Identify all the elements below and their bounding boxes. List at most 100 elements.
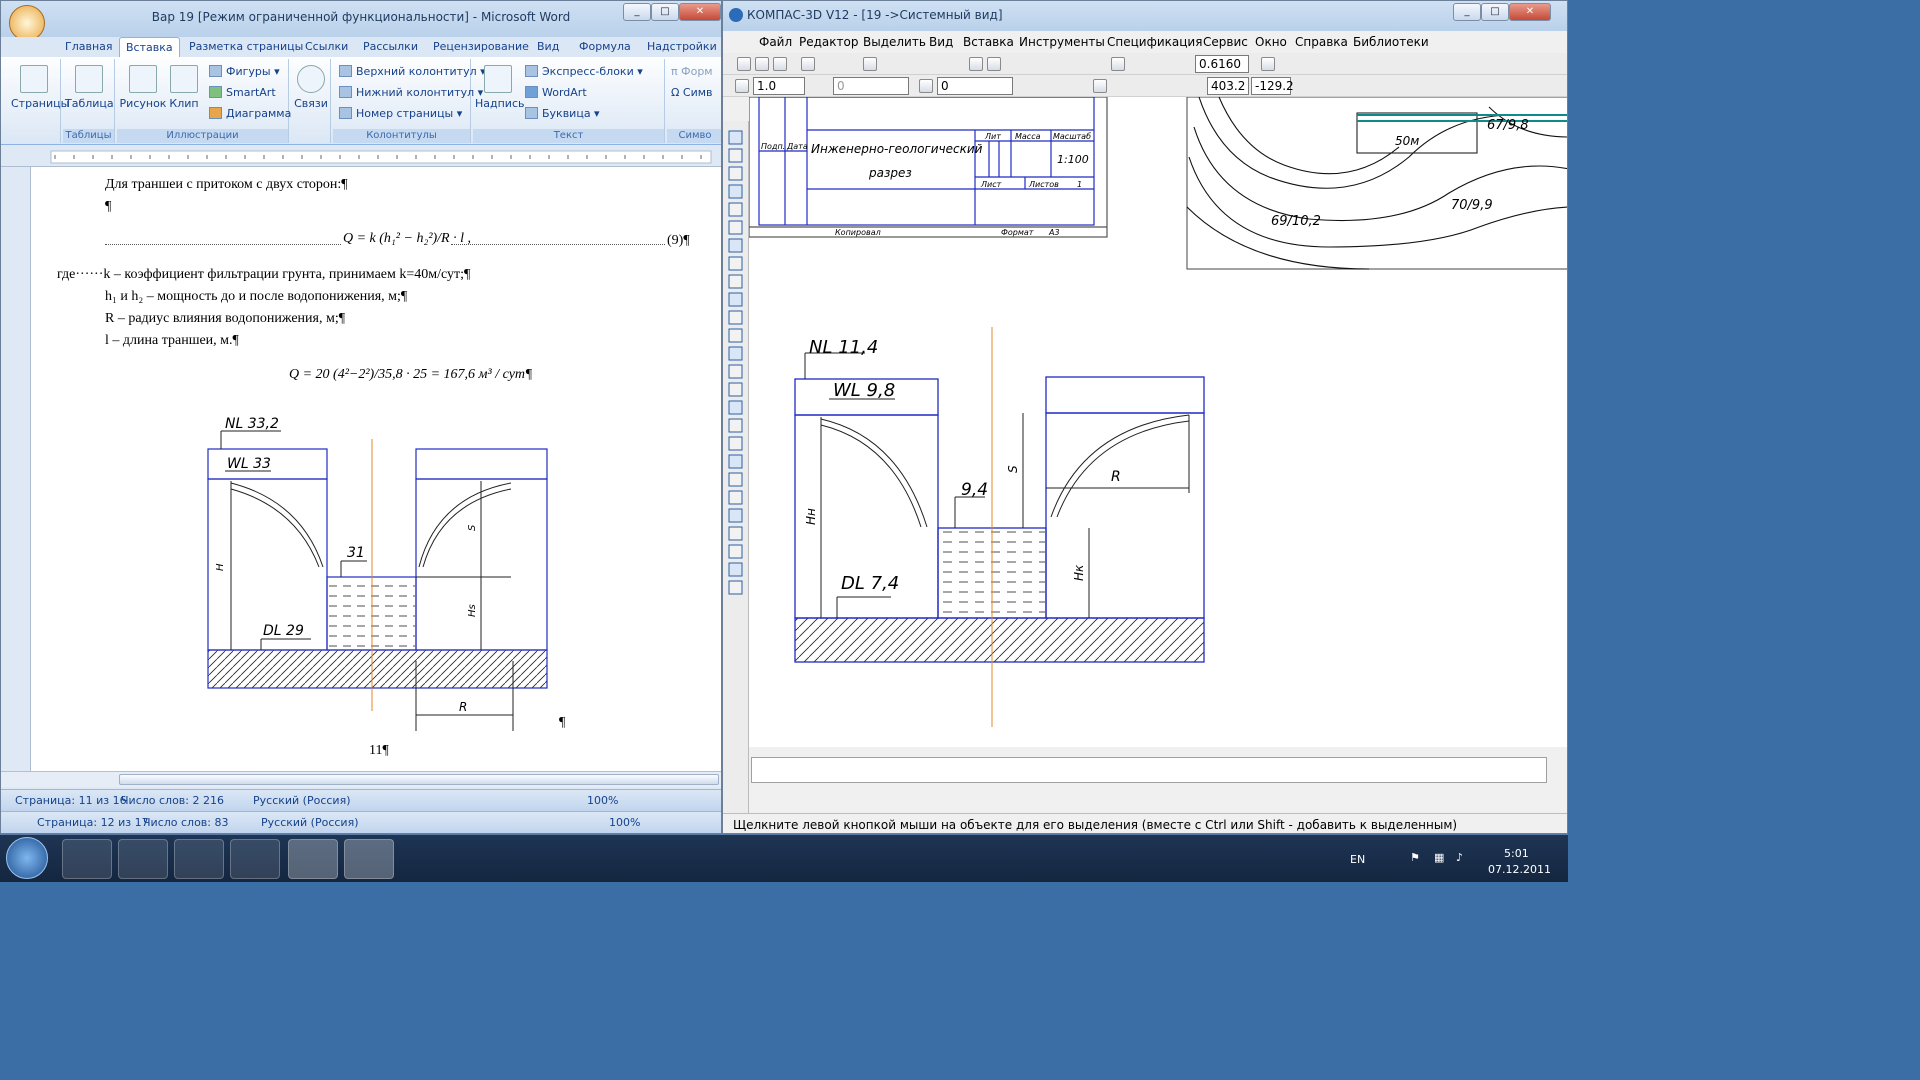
tray-time[interactable]: 5:01 (1504, 847, 1529, 860)
left-tool-icon[interactable] (728, 580, 743, 595)
save-icon[interactable] (773, 57, 787, 71)
left-tool-icon[interactable] (728, 562, 743, 577)
coord-x-field[interactable]: 403.2 (1207, 77, 1249, 95)
tab-references[interactable]: Ссылки (299, 37, 354, 57)
chart-button[interactable]: Диаграмма (209, 107, 291, 120)
kompas-command-line[interactable] (751, 757, 1547, 783)
wordart-button[interactable]: WordArt (525, 86, 587, 99)
kompas-close-button[interactable]: ✕ (1509, 3, 1551, 21)
left-tool-icon[interactable] (728, 436, 743, 451)
left-tool-icon[interactable] (728, 130, 743, 145)
taskbar-media-icon[interactable] (174, 839, 224, 879)
left-tool-icon[interactable] (728, 220, 743, 235)
menu-select[interactable]: Выделить (863, 35, 926, 49)
tray-network-icon[interactable]: ▦ (1434, 851, 1444, 864)
tray-flag-icon[interactable]: ⚑ (1410, 851, 1420, 864)
menu-editor[interactable]: Редактор (799, 35, 858, 49)
tray-volume-icon[interactable]: ♪ (1456, 851, 1463, 864)
left-tool-icon[interactable] (728, 472, 743, 487)
left-tool-icon[interactable] (728, 382, 743, 397)
scroll-thumb[interactable] (119, 774, 719, 785)
status-page[interactable]: Страница: 11 из 16 (15, 794, 127, 807)
menu-tools[interactable]: Инструменты (1019, 35, 1105, 49)
cut-icon[interactable] (863, 57, 877, 71)
tab-insert[interactable]: Вставка (119, 37, 180, 57)
style-field[interactable]: 0 (833, 77, 909, 95)
dropcap-button[interactable]: Буквица ▾ (525, 107, 600, 120)
left-tool-icon[interactable] (728, 544, 743, 559)
links-button[interactable]: Связи (291, 65, 331, 110)
picture-button[interactable]: Рисунок (119, 65, 167, 110)
new-icon[interactable] (737, 57, 751, 71)
tab-addins[interactable]: Надстройки (641, 37, 721, 57)
open-icon[interactable] (755, 57, 769, 71)
left-tool-icon[interactable] (728, 346, 743, 361)
left-tool-icon[interactable] (728, 400, 743, 415)
left-tool-icon[interactable] (728, 202, 743, 217)
horizontal-ruler[interactable] (1, 147, 721, 167)
menu-window[interactable]: Окно (1255, 35, 1287, 49)
pan-icon[interactable] (1261, 57, 1275, 71)
status-zoom[interactable]: 100% (587, 794, 618, 807)
horizontal-scrollbar[interactable] (1, 771, 721, 787)
textbox-button[interactable]: Надпись (475, 65, 525, 110)
print-icon[interactable] (801, 57, 815, 71)
left-tool-icon[interactable] (728, 256, 743, 271)
left-tool-icon[interactable] (728, 328, 743, 343)
document-page[interactable]: Для траншеи с притоком с двух сторон:¶ ¶… (31, 167, 721, 771)
status-words[interactable]: Число слов: 2 216 (121, 794, 224, 807)
tray-lang[interactable]: EN (1350, 853, 1365, 866)
menu-insert[interactable]: Вставка (963, 35, 1014, 49)
footer-button[interactable]: Нижний колонтитул ▾ (339, 86, 483, 99)
layer-icon[interactable] (919, 79, 933, 93)
left-tool-icon[interactable] (728, 184, 743, 199)
menu-spec[interactable]: Спецификация (1107, 35, 1202, 49)
kompas-minimize-button[interactable]: _ (1453, 3, 1481, 21)
clip-button[interactable]: Клип (165, 65, 203, 110)
menu-file[interactable]: Файл (759, 35, 792, 49)
grid-icon[interactable] (1093, 79, 1107, 93)
table-button[interactable]: Таблица (65, 65, 114, 110)
left-tool-icon[interactable] (728, 148, 743, 163)
smartart-button[interactable]: SmartArt (209, 86, 276, 99)
menu-libraries[interactable]: Библиотеки (1353, 35, 1429, 49)
snap-icon[interactable] (735, 79, 749, 93)
tab-mailings[interactable]: Рассылки (357, 37, 424, 57)
status-lang[interactable]: Русский (Россия) (253, 794, 351, 807)
symbol-button[interactable]: Ω Симв (671, 86, 713, 99)
left-tool-icon[interactable] (728, 526, 743, 541)
close-button[interactable]: ✕ (679, 3, 721, 21)
word-titlebar[interactable]: Вар 19 [Режим ограниченной функционально… (1, 1, 721, 41)
left-tool-icon[interactable] (728, 238, 743, 253)
tray-date[interactable]: 07.12.2011 (1488, 863, 1551, 876)
kompas-canvas[interactable]: Подп. Дата Инженерно-геологический разре… (748, 96, 1567, 747)
status2-page[interactable]: Страница: 12 из 17 (37, 816, 149, 829)
status2-lang[interactable]: Русский (Россия) (261, 816, 359, 829)
maximize-button[interactable]: □ (651, 3, 679, 21)
vertical-ruler[interactable] (1, 167, 31, 771)
tab-home[interactable]: Главная (59, 37, 119, 57)
redo-icon[interactable] (987, 57, 1001, 71)
page-number-button[interactable]: Номер страницы ▾ (339, 107, 462, 120)
left-tool-icon[interactable] (728, 490, 743, 505)
left-tool-icon[interactable] (728, 310, 743, 325)
taskbar-word-icon[interactable] (288, 839, 338, 879)
left-tool-icon[interactable] (728, 454, 743, 469)
left-tool-icon[interactable] (728, 166, 743, 181)
tab-layout[interactable]: Разметка страницы (183, 37, 309, 57)
pages-button[interactable]: Страницы (11, 65, 69, 110)
taskbar-explorer-icon[interactable] (118, 839, 168, 879)
taskbar-kompas-icon[interactable] (344, 839, 394, 879)
left-tool-icon[interactable] (728, 418, 743, 433)
line-width-field[interactable]: 1.0 (753, 77, 805, 95)
left-tool-icon[interactable] (728, 364, 743, 379)
tab-formula[interactable]: Формула (573, 37, 637, 57)
menu-help[interactable]: Справка (1295, 35, 1348, 49)
express-button[interactable]: Экспресс-блоки ▾ (525, 65, 643, 78)
layer-field[interactable]: 0 (937, 77, 1013, 95)
formula-button[interactable]: π Форм (671, 65, 713, 78)
menu-view[interactable]: Вид (929, 35, 953, 49)
tab-review[interactable]: Рецензирование (427, 37, 535, 57)
status2-zoom[interactable]: 100% (609, 816, 640, 829)
kompas-titlebar[interactable]: КОМПАС-3D V12 - [19 ->Системный вид] _ □… (723, 1, 1567, 31)
